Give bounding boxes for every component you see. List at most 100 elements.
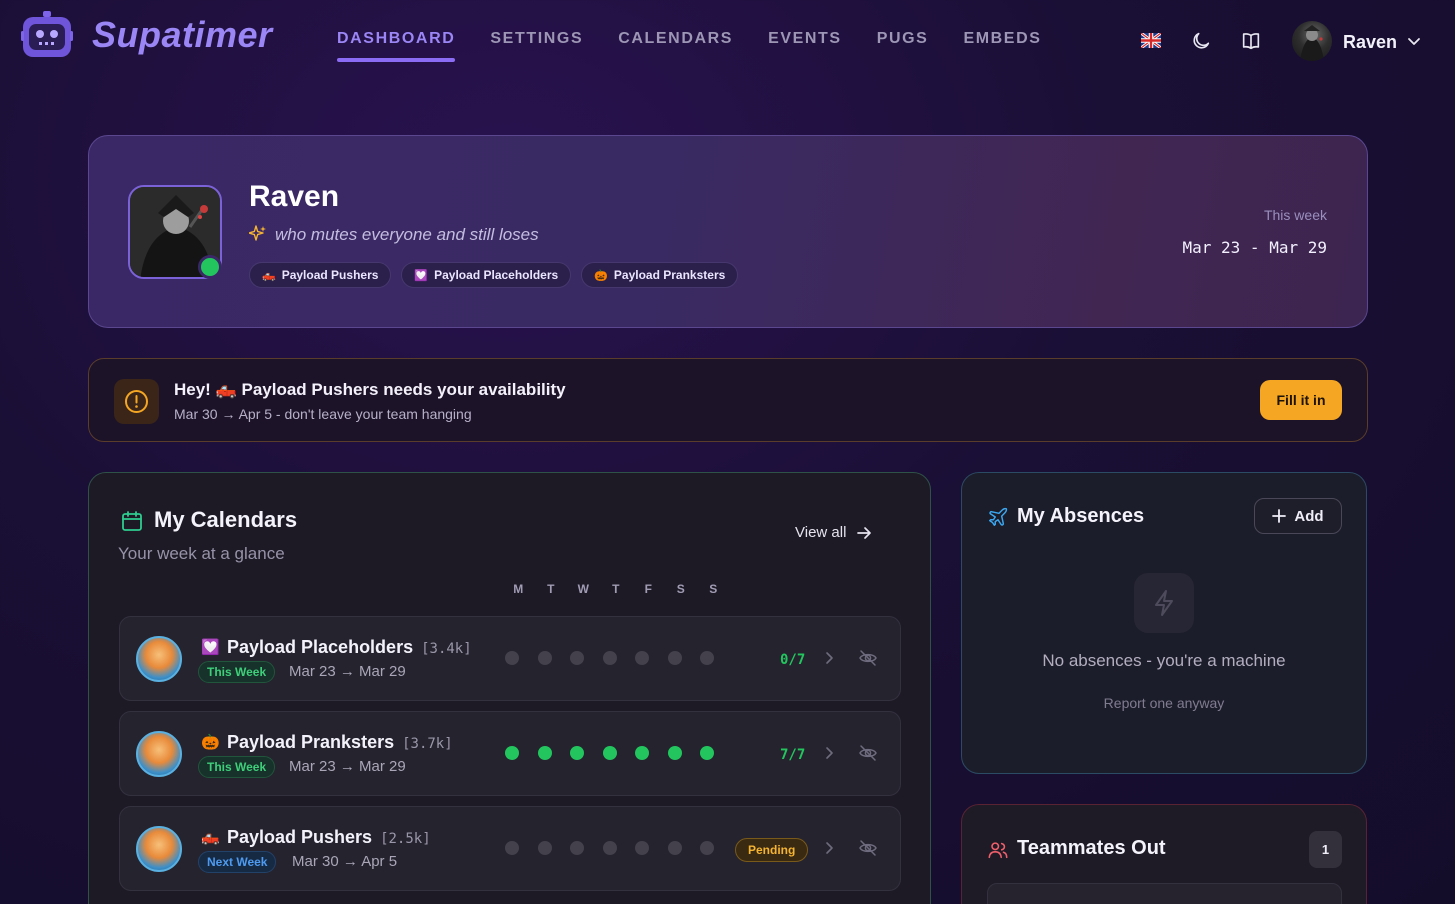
calendar-icon <box>122 511 142 531</box>
team-chip-label: Payload Placeholders <box>434 268 559 282</box>
weekday-label: M <box>513 582 524 596</box>
day-empty-dot <box>537 651 552 665</box>
team-chip[interactable]: 💟 Payload Placeholders <box>401 262 572 288</box>
lightning-icon <box>1155 590 1173 616</box>
profile-tagline: who mutes everyone and still loses <box>275 225 539 244</box>
day-empty-dot <box>570 841 584 855</box>
calendar-row[interactable]: 🛻 Payload Pushers [2.5k] Next Week Mar 30… <box>119 806 901 891</box>
weekday-label: F <box>644 582 652 596</box>
chevron-right-icon[interactable] <box>822 651 836 665</box>
team-emoji: 🛻 <box>201 829 220 846</box>
day-available-dot <box>602 746 617 760</box>
week-badge: This Week <box>198 756 276 778</box>
nav-calendars[interactable]: CALENDARS <box>618 30 733 62</box>
eye-off-icon[interactable] <box>858 838 878 858</box>
my-calendars-card: My Calendars Your week at a glance View … <box>88 472 931 904</box>
calendar-name: Payload Pranksters [3.7k] <box>227 732 453 753</box>
teammates-out-card: Teammates Out 1 <box>961 804 1367 904</box>
team-emoji: 💟 <box>414 269 429 282</box>
moon-icon[interactable] <box>1190 30 1212 52</box>
profile-name: Raven <box>249 180 340 213</box>
book-icon[interactable] <box>1240 30 1262 52</box>
nav-settings[interactable]: SETTINGS <box>490 30 583 62</box>
day-empty-dot <box>602 841 617 855</box>
calendars-subtitle: Your week at a glance <box>118 544 285 563</box>
team-chips: 🛻 Payload Pushers 💟 Payload Placeholders 🎃… <box>249 262 739 288</box>
absences-title: My Absences <box>1017 505 1145 527</box>
day-empty-dot <box>505 651 519 665</box>
day-empty-dot <box>667 841 682 855</box>
chevron-right-icon[interactable] <box>822 841 836 855</box>
calendar-row[interactable]: 💟 Payload Placeholders [3.4k] This Week M… <box>119 616 901 701</box>
avatar <box>1292 21 1332 61</box>
plane-icon <box>989 507 1008 526</box>
week-range: Mar 23 - Mar 29 <box>1182 238 1328 257</box>
view-all-link[interactable]: View all <box>795 524 872 541</box>
app-logo-text[interactable]: Supatimer <box>92 14 273 56</box>
calendar-name: Payload Pushers [2.5k] <box>227 827 431 848</box>
calendar-dates: Mar 23 → Mar 29 <box>289 758 406 775</box>
day-empty-dot <box>537 841 552 855</box>
weekday-label: W <box>577 582 589 596</box>
alert-message: needs your availability <box>383 380 566 399</box>
nav-embeds[interactable]: EMBEDS <box>963 30 1041 62</box>
warning-circle-icon <box>125 390 148 413</box>
calendar-row[interactable]: 🎃 Payload Pranksters [3.7k] This Week Mar… <box>119 711 901 796</box>
user-name: Raven <box>1343 32 1398 52</box>
day-empty-dot <box>667 651 682 665</box>
team-chip-label: Payload Pushers <box>281 268 379 282</box>
team-avatar <box>136 731 182 777</box>
nav-events[interactable]: EVENTS <box>768 30 842 62</box>
view-all-label: View all <box>795 524 847 541</box>
empty-state-icon-box <box>1134 573 1194 633</box>
alert-greeting: Hey! <box>174 380 211 399</box>
alert-icon-box <box>114 379 159 424</box>
calendar-member-count: [3.7k] <box>402 736 453 752</box>
team-avatar <box>136 636 182 682</box>
calendar-member-count: [2.5k] <box>380 831 431 847</box>
day-empty-dot <box>700 841 714 855</box>
weekday-label: T <box>612 582 620 596</box>
weekday-header: M T W T F S S <box>502 582 730 596</box>
pending-badge: Pending <box>735 838 809 862</box>
add-absence-button[interactable]: Add <box>1254 498 1342 534</box>
day-dots <box>505 841 733 855</box>
alert-team: Payload Pushers <box>241 380 379 399</box>
alert-subtitle: Mar 30 → Apr 5 - don't leave your team h… <box>174 406 472 422</box>
team-avatar <box>136 826 182 872</box>
robot-logo-icon[interactable] <box>21 11 73 59</box>
day-empty-dot <box>700 651 714 665</box>
absences-empty-text: No absences - you're a machine <box>1042 651 1286 670</box>
nav-dashboard[interactable]: DASHBOARD <box>337 30 456 62</box>
calendar-name: Payload Placeholders [3.4k] <box>227 637 472 658</box>
nav-pugs[interactable]: PUGS <box>877 30 929 62</box>
weekday-label: T <box>547 582 555 596</box>
chevron-right-icon[interactable] <box>822 746 836 760</box>
add-label: Add <box>1294 507 1324 525</box>
team-emoji: 🎃 <box>201 734 220 751</box>
day-available-dot <box>537 746 552 760</box>
day-empty-dot <box>505 841 519 855</box>
alert-title: Hey! 🛻 Payload Pushers needs your availa… <box>174 380 566 400</box>
uk-flag-icon[interactable] <box>1141 33 1161 48</box>
team-chip[interactable]: 🛻 Payload Pushers <box>249 262 392 288</box>
teammate-entry[interactable] <box>987 883 1342 904</box>
day-empty-dot <box>602 651 617 665</box>
day-empty-dot <box>635 841 649 855</box>
online-status-dot <box>198 255 222 279</box>
eye-off-icon[interactable] <box>858 648 878 668</box>
team-chip[interactable]: 🎃 Payload Pranksters <box>581 262 739 288</box>
eye-off-icon[interactable] <box>858 743 878 763</box>
day-dots <box>505 651 733 665</box>
fill-it-in-button[interactable]: Fill it in <box>1260 380 1342 420</box>
day-available-dot <box>667 746 682 760</box>
day-empty-dot <box>635 651 649 665</box>
availability-score: 7/7 <box>780 747 806 763</box>
report-absence-link[interactable]: Report one anyway <box>962 695 1366 711</box>
main-nav: DASHBOARD SETTINGS CALENDARS EVENTS PUGS… <box>337 30 1077 62</box>
arrow-right-icon <box>857 526 872 539</box>
user-menu[interactable]: Raven <box>1292 20 1427 62</box>
sparkle-icon <box>249 225 266 241</box>
calendar-dates: Mar 30 → Apr 5 <box>292 853 398 870</box>
calendar-dates: Mar 23 → Mar 29 <box>289 663 406 680</box>
